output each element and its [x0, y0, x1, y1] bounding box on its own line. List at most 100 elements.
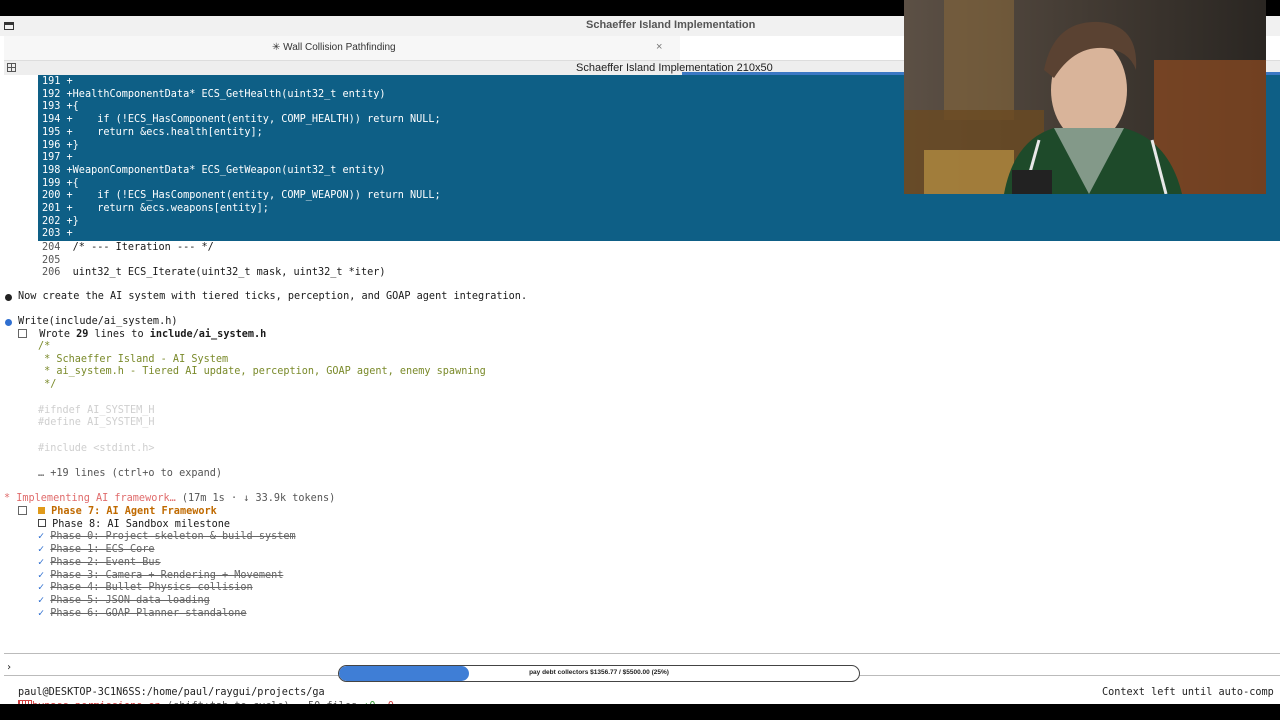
result-count: 29	[76, 329, 89, 340]
todo-text: Phase 7: AI Agent Framework	[51, 506, 217, 517]
todo-text: Phase 8: AI Sandbox milestone	[52, 518, 231, 530]
todo-item: Phase 8: AI Sandbox milestone	[38, 518, 231, 532]
todo-item: ✓ Phase 0: Project skeleton & build syst…	[38, 531, 296, 544]
diff-line: 195 + return &ecs.health[entity];	[42, 127, 263, 140]
line-number: 191	[42, 76, 61, 87]
line-number: 198	[42, 164, 61, 176]
diff-line: 192 +HealthComponentData* ECS_GetHealth(…	[42, 89, 385, 102]
line-text: +}	[60, 139, 79, 151]
tool-result: Wrote 29 lines to include/ai_system.h	[18, 329, 266, 342]
result-prefix: Wrote	[39, 329, 77, 340]
line-number: 199	[42, 177, 61, 189]
line-text: +{	[60, 177, 79, 189]
line-text: +	[60, 228, 73, 240]
context-line: 206 uint32_t ECS_Iterate(uint32_t mask, …	[42, 267, 385, 280]
todo-text: Phase 2: Event Bus	[50, 556, 161, 568]
line-number: 200	[42, 190, 61, 202]
webcam-image	[904, 0, 1266, 194]
diff-line: 199 +{	[42, 178, 79, 191]
line-number: 196	[42, 139, 61, 151]
todo-item: ✓ Phase 6: GOAP Planner standalone	[38, 608, 247, 621]
check-icon: ✓	[38, 569, 45, 581]
todo-item: Phase 7: AI Agent Framework	[38, 506, 217, 519]
line-text: /* --- Iteration --- */	[60, 242, 214, 253]
line-text: +}	[60, 215, 79, 227]
diff-line: 194 + if (!ECS_HasComponent(entity, COMP…	[42, 114, 441, 127]
preview-line: #include <stdint.h>	[38, 442, 155, 454]
preview-line: * ai_system.h - Tiered AI update, percep…	[38, 366, 486, 378]
todo-text: Phase 4: Bullet Physics collision	[50, 582, 253, 594]
preview-line: * Schaeffer Island - AI System	[38, 353, 229, 365]
check-icon: ✓	[38, 594, 45, 606]
todo-item: ✓ Phase 2: Event Bus	[38, 557, 161, 570]
line-number: 201	[42, 203, 61, 214]
todo-text: Phase 1: ECS Core	[50, 544, 155, 556]
todo-icon	[18, 506, 27, 515]
todo-item: ✓ Phase 4: Bullet Physics collision	[38, 582, 253, 595]
line-text: +{	[60, 101, 79, 113]
line-text: + if (!ECS_HasComponent(entity, COMP_HEA…	[60, 114, 441, 126]
expand-hint[interactable]: … +19 lines (ctrl+o to expand)	[38, 468, 222, 481]
window-title: Schaeffer Island Implementation	[586, 19, 756, 31]
line-number: 204	[42, 242, 61, 253]
diff-line: 197 +	[42, 152, 73, 165]
line-number: 197	[42, 152, 61, 164]
context-line: 205	[42, 255, 60, 268]
working-label: * Implementing AI framework…	[4, 493, 176, 504]
line-number: 205	[42, 254, 61, 266]
diff-line: 193 +{	[42, 101, 79, 114]
tab-label: ✳ Wall Collision Pathfinding	[272, 42, 396, 53]
line-text: + return &ecs.weapons[entity];	[60, 203, 269, 214]
preview-line: #define AI_SYSTEM_H	[38, 417, 155, 429]
app-icon	[4, 22, 14, 30]
todo-item: ✓ Phase 3: Camera + Rendering + Movement	[38, 570, 283, 583]
pending-icon	[38, 518, 46, 527]
tool-call: Write(include/ai_system.h)	[18, 316, 178, 327]
diff-line: 191 +	[42, 76, 73, 89]
check-icon: ✓	[38, 582, 45, 594]
progress-label: pay debt collectors $1356.77 / $5500.00 …	[529, 669, 669, 676]
line-text: + return &ecs.health[entity];	[60, 126, 263, 138]
todo-text: Phase 3: Camera + Rendering + Movement	[50, 569, 284, 581]
result-icon	[18, 329, 27, 338]
line-text: +WeaponComponentData* ECS_GetWeapon(uint…	[60, 164, 386, 176]
todo-text: Phase 5: JSON data loading	[50, 594, 210, 606]
line-number: 194	[42, 114, 61, 126]
preview-line: */	[38, 379, 57, 391]
tool-bullet-icon	[5, 319, 12, 326]
close-icon[interactable]: ×	[656, 41, 662, 53]
diff-line: 202 +}	[42, 216, 79, 229]
working-status: * Implementing AI framework… (17m 1s · ↓…	[4, 493, 335, 506]
line-number: 203	[42, 228, 61, 240]
todo-icon-row	[18, 506, 27, 519]
in-progress-icon	[38, 507, 45, 514]
check-icon: ✓	[38, 607, 45, 619]
check-icon: ✓	[38, 544, 45, 556]
todo-item: ✓ Phase 5: JSON data loading	[38, 595, 210, 608]
preview-line: #ifndef AI_SYSTEM_H	[38, 404, 155, 416]
webcam-overlay	[904, 0, 1266, 194]
diff-line: 198 +WeaponComponentData* ECS_GetWeapon(…	[42, 165, 385, 178]
assistant-message: Now create the AI system with tiered tic…	[18, 291, 528, 302]
line-number: 206	[42, 267, 61, 279]
message-bullet-icon	[5, 294, 12, 301]
todo-text: Phase 6: GOAP Planner standalone	[50, 607, 247, 619]
prompt-input[interactable]: ›	[6, 662, 12, 673]
result-mid: lines to	[88, 329, 150, 340]
status-path: paul@DESKTOP-3C1N6SS:/home/paul/raygui/p…	[18, 687, 325, 698]
todo-item: ✓ Phase 1: ECS Core	[38, 544, 155, 557]
line-text: +	[60, 76, 73, 87]
bottom-bar	[0, 704, 1280, 720]
divider	[4, 653, 1280, 654]
line-text: + if (!ECS_HasComponent(entity, COMP_WEA…	[60, 190, 441, 202]
tab-wall-collision[interactable]: ✳ Wall Collision Pathfinding ×	[4, 36, 680, 60]
diff-line: 200 + if (!ECS_HasComponent(entity, COMP…	[42, 190, 441, 203]
context-line: 204 /* --- Iteration --- */	[42, 242, 214, 255]
line-text: +	[60, 152, 73, 164]
diff-line: 201 + return &ecs.weapons[entity];	[42, 203, 269, 216]
line-text: uint32_t ECS_Iterate(uint32_t mask, uint…	[60, 267, 386, 279]
line-number: 195	[42, 126, 61, 138]
diff-line: 203 +	[42, 228, 73, 241]
new-pane-icon[interactable]	[7, 63, 16, 72]
line-number: 192	[42, 88, 61, 100]
